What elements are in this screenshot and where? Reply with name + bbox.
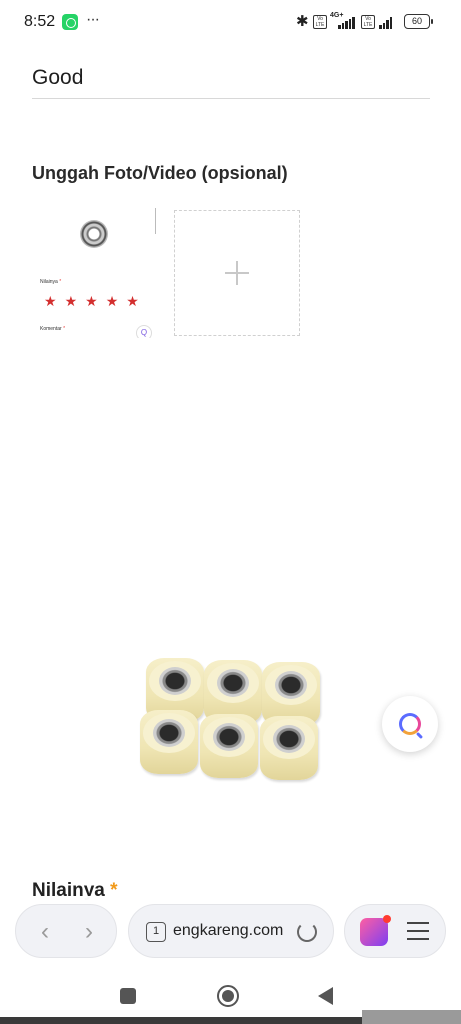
status-time: 8:52 [24, 13, 56, 30]
whatsapp-icon [62, 14, 78, 30]
menu-icon[interactable] [407, 922, 429, 940]
home-icon[interactable] [217, 985, 239, 1007]
star-icon: ★ [105, 293, 119, 309]
roller-shape [140, 710, 198, 774]
search-ai-icon [399, 713, 421, 735]
volte-icon: Vo LTE [313, 15, 327, 29]
add-photo-button[interactable] [174, 210, 300, 336]
comment-field[interactable]: Good [32, 66, 83, 90]
thumbnail-star-rating: ★ ★ ★ ★ ★ [44, 294, 139, 308]
back-icon[interactable]: ‹ [33, 918, 57, 946]
signal-icon [338, 15, 355, 29]
menu-pill [344, 904, 446, 958]
star-icon: ★ [85, 293, 98, 309]
bottom-edge-strip-light [362, 1010, 461, 1024]
tab-count-button[interactable]: 1 [146, 922, 166, 942]
reload-icon[interactable] [297, 922, 317, 942]
star-icon: ★ [126, 293, 139, 309]
status-bar: 8:52 ··· ✱ Vo LTE 4G+ Vo LTE 60 [0, 0, 461, 46]
product-image [138, 658, 324, 784]
battery-icon: 60 [404, 14, 433, 29]
forward-icon[interactable]: › [77, 918, 101, 946]
game-center-icon[interactable] [360, 915, 391, 946]
navigation-pill: ‹ › [15, 904, 117, 958]
thumbnail-comment-label: Komentar * [40, 326, 66, 332]
upload-section-title: Unggah Foto/Video (opsional) [32, 163, 288, 183]
system-back-icon[interactable] [318, 987, 333, 1005]
thumbnail-divider [155, 208, 156, 234]
address-bar[interactable]: 1 engkareng.com [128, 904, 334, 958]
volte-icon-2: Vo LTE [361, 15, 375, 29]
more-notifications-icon: ··· [86, 11, 100, 28]
roller-shape [260, 716, 318, 780]
uploaded-photo-thumbnail[interactable]: Nilainya * ★ ★ ★ ★ ★ Komentar * Q [32, 208, 156, 338]
thumbnail-rating-label: Nilainya * [40, 279, 62, 285]
star-icon: ★ [44, 293, 57, 309]
floating-search-button[interactable] [382, 696, 438, 752]
roller-shape [200, 714, 258, 778]
bottom-edge-strip [0, 1017, 362, 1024]
bluetooth-icon: ✱ [296, 13, 309, 30]
signal-icon-2 [379, 15, 392, 29]
star-icon: ★ [64, 293, 78, 309]
plus-icon [225, 261, 249, 285]
url-text: engkareng.com [173, 922, 284, 939]
comment-field-underline [32, 98, 430, 99]
search-ai-icon: Q [136, 325, 152, 338]
recent-apps-icon[interactable] [120, 988, 136, 1004]
browser-toolbar: ‹ › 1 engkareng.com [0, 896, 461, 966]
bearing-product-icon [80, 220, 108, 248]
